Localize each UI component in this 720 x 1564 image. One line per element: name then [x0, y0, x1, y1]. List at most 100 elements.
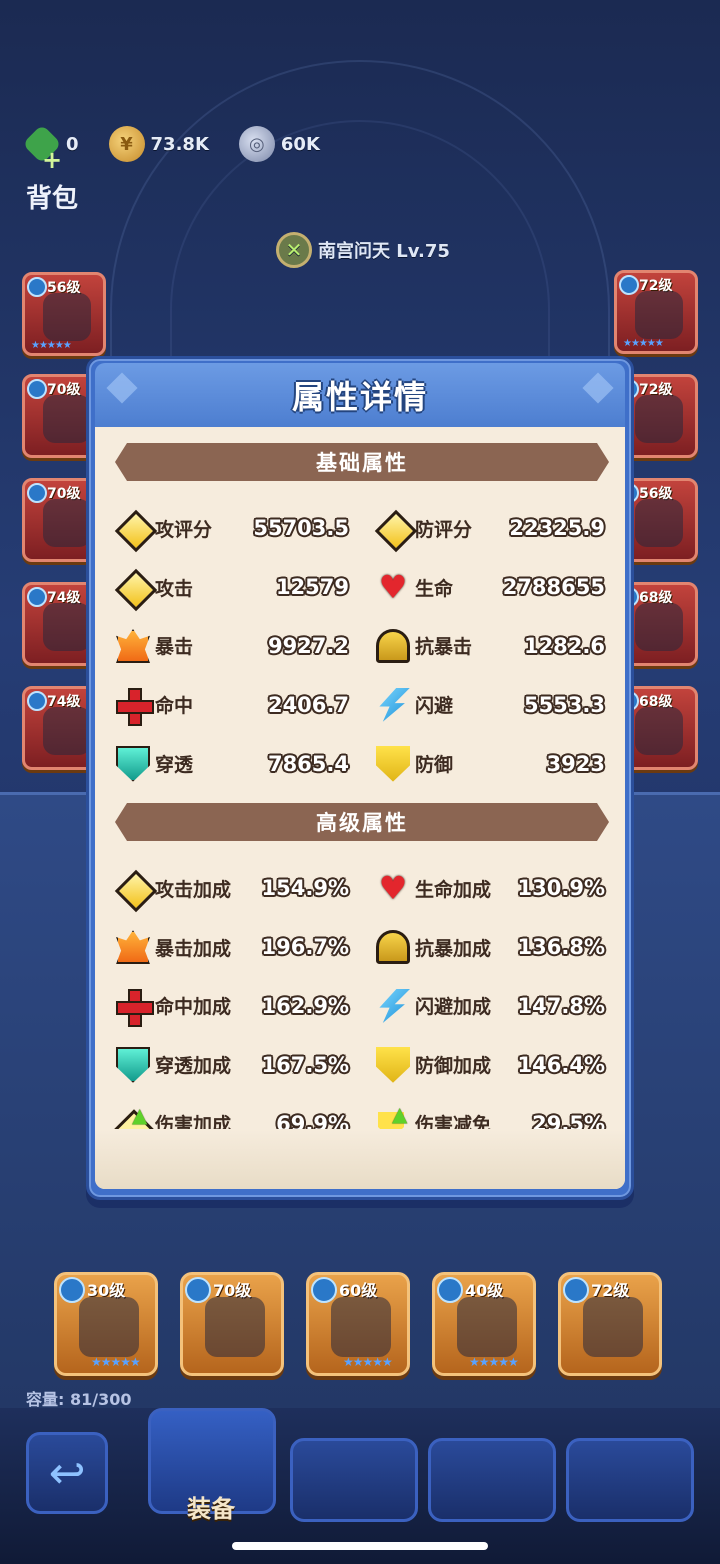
- advanced-section-title: 高级属性: [316, 811, 408, 835]
- stat-label: 闪避: [415, 695, 454, 718]
- stat-label: 防御加成: [415, 1055, 492, 1078]
- element-icon: [27, 379, 47, 399]
- gem-icon: +: [22, 124, 62, 174]
- stat-label: 命中加成: [155, 996, 232, 1019]
- element-icon: [27, 587, 47, 607]
- stat-hp-bonus: ♥ 生命加成 130.9%: [373, 868, 613, 908]
- element-icon: [27, 277, 47, 297]
- equipment-item-icon: [635, 395, 683, 443]
- element-icon: [59, 1277, 85, 1303]
- stat-row: 暴击加成 196.7% 抗暴加成 136.8%: [113, 918, 613, 977]
- nav-equipment-label: 装备: [187, 1495, 235, 1523]
- stat-hp: ♥ 生命 2788655: [373, 567, 613, 607]
- nav-puzzle[interactable]: [428, 1438, 556, 1522]
- stat-anti-crit-bonus: 抗暴加成 136.8%: [373, 927, 613, 967]
- element-icon: [619, 275, 639, 295]
- element-icon: [185, 1277, 211, 1303]
- equipment-item-icon: [635, 603, 683, 651]
- stat-value: 3923: [546, 751, 605, 776]
- star-rating: ★★★★★: [91, 1355, 141, 1369]
- stat-attack-rating: 攻评分 55703.5: [113, 508, 373, 548]
- stat-label: 攻击: [155, 577, 194, 600]
- nav-equipment[interactable]: 装备: [148, 1408, 276, 1523]
- stat-value: 147.8%: [517, 993, 605, 1018]
- stat-label: 抗暴击: [415, 636, 473, 659]
- gold-value: 73.8K: [150, 133, 209, 155]
- stat-value: 154.9%: [261, 876, 349, 901]
- star-rating: ★★★★★: [623, 338, 664, 349]
- stat-value: 196.7%: [261, 935, 349, 960]
- equipment-item-icon: [635, 707, 683, 755]
- stat-dodge: 闪避 5553.3: [373, 685, 613, 725]
- element-icon: [27, 691, 47, 711]
- stat-value: 7865.4: [267, 751, 349, 776]
- gem-currency[interactable]: + 0: [22, 124, 79, 174]
- equipment-item-icon: [331, 1297, 391, 1357]
- back-button[interactable]: ↩: [26, 1432, 108, 1514]
- stat-pierce: 穿透 7865.4: [113, 744, 373, 784]
- advanced-stats-grid: 攻击加成 154.9% ♥ 生命加成 130.9% 暴击加成 196.7% 抗暴: [113, 859, 613, 1153]
- pierce-icon: [113, 744, 153, 784]
- header-decoration: [582, 372, 614, 404]
- stat-value: 167.5%: [261, 1052, 349, 1077]
- inventory-item[interactable]: 60级 ★★★★★: [306, 1272, 410, 1376]
- stat-value: 136.8%: [517, 935, 605, 960]
- stat-label: 防评分: [415, 518, 473, 541]
- silver-currency: ◎ 60K: [238, 124, 320, 164]
- currency-bar: + 0 ¥ 73.8K ◎ 60K: [22, 124, 320, 174]
- stat-label: 生命: [415, 577, 454, 600]
- nav-mask[interactable]: [566, 1438, 694, 1522]
- stat-label: 命中: [155, 695, 194, 718]
- stat-label: 暴击: [155, 636, 194, 659]
- attack-icon: [113, 868, 153, 908]
- star-rating: ★★★★★: [469, 1355, 519, 1369]
- stat-row: 命中 2406.7 闪避 5553.3: [113, 675, 613, 734]
- stat-value: 9927.2: [267, 633, 349, 658]
- gem-value: 0: [66, 133, 79, 155]
- stat-value: 162.9%: [261, 993, 349, 1018]
- star-rating: ★★★★★: [31, 340, 72, 351]
- stat-pierce-bonus: 穿透加成 167.5%: [113, 1045, 373, 1085]
- stat-value: 130.9%: [517, 876, 605, 901]
- heart-icon: ♥: [378, 869, 408, 908]
- equipment-item-icon: [79, 1297, 139, 1357]
- inventory-item[interactable]: 30级 ★★★★★: [54, 1272, 158, 1376]
- equip-slot-left-1[interactable]: 56级 ★★★★★: [22, 272, 106, 356]
- stat-value: 146.4%: [517, 1052, 605, 1077]
- silver-coin-icon: ◎: [238, 126, 275, 162]
- equipment-item-icon: [43, 395, 91, 443]
- stat-label: 暴击加成: [155, 937, 232, 960]
- stat-anti-crit: 抗暴击 1282.6: [373, 626, 613, 666]
- nav-chest[interactable]: [290, 1438, 418, 1522]
- attack-rating-icon: [113, 508, 153, 548]
- equipment-item-icon: [583, 1297, 643, 1357]
- stat-value: 5553.3: [523, 692, 605, 717]
- stat-label: 攻击加成: [155, 878, 232, 901]
- element-icon: [311, 1277, 337, 1303]
- stat-value: 22325.9: [509, 516, 605, 541]
- inventory-item[interactable]: 72级: [558, 1272, 662, 1376]
- equip-slot-right-1[interactable]: 72级 ★★★★★: [614, 270, 698, 354]
- back-arrow-icon: ↩: [48, 1447, 86, 1499]
- anti-crit-icon: [373, 626, 413, 666]
- modal-footer-decoration: [95, 1129, 625, 1189]
- stat-row: 穿透 7865.4 防御 3923: [113, 734, 613, 793]
- stat-value: 12579: [275, 575, 349, 600]
- stat-row: 攻击加成 154.9% ♥ 生命加成 130.9%: [113, 859, 613, 918]
- inventory-row: 30级 ★★★★★ 70级 60级 ★★★★★ 40级 ★★★★★ 72级: [54, 1272, 662, 1376]
- dodge-icon: [373, 986, 413, 1026]
- home-indicator[interactable]: [232, 1542, 488, 1550]
- inventory-item[interactable]: 40级 ★★★★★: [432, 1272, 536, 1376]
- stat-value: 2788655: [502, 575, 605, 600]
- capacity-label: 容量: 81/300: [26, 1390, 132, 1409]
- equipment-item-icon: [205, 1297, 265, 1357]
- stat-attack-bonus: 攻击加成 154.9%: [113, 868, 373, 908]
- stat-row: 攻击 12579 ♥ 生命 2788655: [113, 558, 613, 617]
- stat-value: 55703.5: [253, 516, 349, 541]
- stat-label: 闪避加成: [415, 996, 492, 1019]
- stat-crit: 暴击 9927.2: [113, 626, 373, 666]
- star-rating: ★★★★★: [343, 1355, 393, 1369]
- stat-label: 穿透加成: [155, 1055, 232, 1078]
- inventory-item[interactable]: 70级: [180, 1272, 284, 1376]
- hero-name: 南宫问天 Lv.75: [318, 241, 450, 262]
